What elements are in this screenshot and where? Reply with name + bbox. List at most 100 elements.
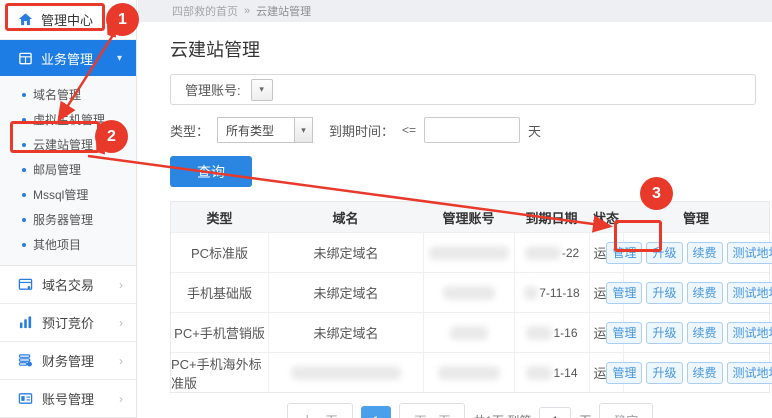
bullet-icon bbox=[22, 168, 26, 172]
goto-page-input[interactable] bbox=[539, 407, 571, 418]
bullet-icon bbox=[22, 193, 26, 197]
col-status: 状态 bbox=[589, 208, 623, 227]
expire-days-input[interactable] bbox=[424, 117, 520, 143]
bullet-icon bbox=[22, 243, 26, 247]
type-filter-row: 类型： 所有类型 ▾ 到期时间： <= 天 bbox=[170, 117, 772, 143]
next-page-button[interactable]: 下一页 bbox=[399, 403, 465, 418]
account-filter-box: 管理账号: ▾ bbox=[170, 74, 756, 105]
sidebar-home-label: 管理中心 bbox=[41, 10, 93, 29]
sidebar-item-mail-mgmt[interactable]: 邮局管理 bbox=[0, 157, 136, 182]
page-number-active[interactable]: 1 bbox=[361, 406, 392, 418]
chevron-right-icon: › bbox=[119, 278, 123, 292]
expire-label: 到期时间： bbox=[329, 121, 394, 140]
section-label: 账号管理 bbox=[42, 389, 94, 408]
breadcrumb-home-link[interactable]: 四部救的首页 bbox=[172, 3, 238, 19]
type-label: 类型： bbox=[170, 121, 209, 140]
sidebar-item-management-center[interactable]: 管理中心 bbox=[0, 0, 136, 40]
cell-expire: 1-16 bbox=[514, 313, 589, 352]
manage-button[interactable]: 管理 bbox=[606, 242, 642, 264]
goto-confirm-button[interactable]: 确定 bbox=[599, 403, 653, 418]
sidebar-item-mssql-mgmt[interactable]: Mssql管理 bbox=[0, 182, 136, 207]
cell-domain: 未绑定域名 bbox=[268, 273, 423, 312]
submenu-label: 服务器管理 bbox=[33, 211, 93, 228]
cell-actions: 管理 升级 续费 测试地址 bbox=[623, 233, 769, 272]
sidebar-item-finance[interactable]: 财务管理 › bbox=[0, 342, 136, 380]
cell-type: PC标准版 bbox=[171, 233, 268, 272]
sidebar-item-account[interactable]: 账号管理 › bbox=[0, 380, 136, 418]
type-select[interactable]: 所有类型 ▾ bbox=[217, 117, 313, 143]
test-url-button[interactable]: 测试地址 bbox=[727, 362, 772, 384]
blurred-text bbox=[429, 246, 509, 260]
submenu-label: 邮局管理 bbox=[33, 161, 81, 178]
cell-type: 手机基础版 bbox=[171, 273, 268, 312]
account-select[interactable]: ▾ bbox=[251, 79, 273, 101]
pagination-unit: 页 bbox=[579, 412, 591, 418]
sidebar-item-vhost-mgmt[interactable]: 虚拟主机管理 bbox=[0, 107, 136, 132]
col-expire: 到期日期 bbox=[514, 208, 589, 227]
cell-domain: 未绑定域名 bbox=[268, 313, 423, 352]
test-url-button[interactable]: 测试地址 bbox=[727, 242, 772, 264]
blurred-text bbox=[526, 366, 552, 380]
test-url-button[interactable]: 测试地址 bbox=[727, 282, 772, 304]
submenu-label: 其他项目 bbox=[33, 236, 81, 253]
bullet-icon bbox=[22, 143, 26, 147]
sidebar-item-server-mgmt[interactable]: 服务器管理 bbox=[0, 207, 136, 232]
date-fragment: 1-16 bbox=[553, 326, 577, 340]
blurred-text bbox=[438, 366, 500, 380]
table-header: 类型 域名 管理账号 到期日期 状态 管理 bbox=[171, 202, 769, 232]
upgrade-button[interactable]: 升级 bbox=[646, 322, 682, 344]
breadcrumb-separator: » bbox=[244, 5, 250, 17]
manage-button[interactable]: 管理 bbox=[606, 322, 642, 344]
sidebar-item-cloudsite-mgmt[interactable]: 云建站管理 bbox=[0, 132, 136, 157]
table-row: PC+手机海外标准版 1-14 运行 管理 升级 续费 测试地址 bbox=[171, 352, 769, 392]
id-card-icon bbox=[17, 391, 33, 407]
cell-account bbox=[423, 233, 514, 272]
chevron-down-icon: ▾ bbox=[294, 118, 312, 142]
sidebar-item-business[interactable]: 业务管理 ▾ bbox=[0, 40, 136, 76]
expire-operator: <= bbox=[402, 123, 416, 137]
upgrade-button[interactable]: 升级 bbox=[646, 242, 682, 264]
renew-button[interactable]: 续费 bbox=[687, 242, 723, 264]
cell-expire: 7-11-18 bbox=[514, 273, 589, 312]
cell-domain bbox=[268, 353, 423, 392]
submenu-label: 域名管理 bbox=[33, 86, 81, 103]
cell-expire: 1-14 bbox=[514, 353, 589, 392]
renew-button[interactable]: 续费 bbox=[687, 362, 723, 384]
blurred-text bbox=[524, 286, 538, 300]
renew-button[interactable]: 续费 bbox=[687, 322, 723, 344]
bullet-icon bbox=[22, 93, 26, 97]
grid-icon bbox=[17, 50, 33, 66]
renew-button[interactable]: 续费 bbox=[687, 282, 723, 304]
browser-window-icon bbox=[17, 277, 33, 293]
blurred-text bbox=[291, 366, 401, 380]
blurred-text bbox=[526, 326, 552, 340]
pagination-info: 共1页 到第 bbox=[473, 412, 531, 418]
cell-account bbox=[423, 313, 514, 352]
search-button[interactable]: 查询 bbox=[170, 156, 252, 187]
chevron-right-icon: › bbox=[119, 392, 123, 406]
cell-type: PC+手机营销版 bbox=[171, 313, 268, 352]
breadcrumb-current: 云建站管理 bbox=[256, 3, 311, 19]
col-account: 管理账号 bbox=[423, 208, 514, 227]
test-url-button[interactable]: 测试地址 bbox=[727, 322, 772, 344]
blurred-text bbox=[443, 286, 495, 300]
chevron-down-icon: ▾ bbox=[259, 84, 264, 95]
cell-type: PC+手机海外标准版 bbox=[171, 353, 268, 392]
col-domain: 域名 bbox=[268, 208, 423, 227]
manage-button[interactable]: 管理 bbox=[606, 282, 642, 304]
sidebar-item-other-projects[interactable]: 其他项目 bbox=[0, 232, 136, 257]
expire-unit: 天 bbox=[528, 121, 541, 140]
sidebar-item-domain-trade[interactable]: 域名交易 › bbox=[0, 266, 136, 304]
sidebar-item-domain-mgmt[interactable]: 域名管理 bbox=[0, 82, 136, 107]
manage-button[interactable]: 管理 bbox=[606, 362, 642, 384]
upgrade-button[interactable]: 升级 bbox=[646, 282, 682, 304]
section-label: 财务管理 bbox=[42, 351, 94, 370]
upgrade-button[interactable]: 升级 bbox=[646, 362, 682, 384]
sidebar-item-bidding[interactable]: 预订竞价 › bbox=[0, 304, 136, 342]
coins-icon bbox=[17, 353, 33, 369]
prev-page-button[interactable]: 上一页 bbox=[287, 403, 353, 418]
table-row: PC标准版 未绑定域名 -22 运行 管理 升级 续费 测试地址 bbox=[171, 232, 769, 272]
table-row: 手机基础版 未绑定域名 7-11-18 运行 管理 升级 续费 测试地址 bbox=[171, 272, 769, 312]
chevron-right-icon: › bbox=[119, 316, 123, 330]
date-fragment: 1-14 bbox=[553, 366, 577, 380]
